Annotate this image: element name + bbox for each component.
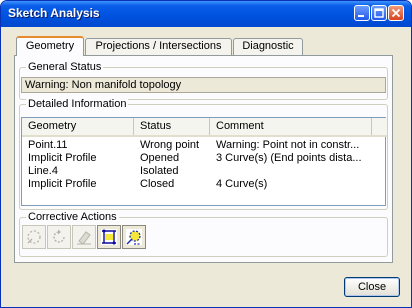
maximize-icon xyxy=(374,8,384,18)
show-geometry-button[interactable] xyxy=(97,225,121,249)
rotate-icon xyxy=(53,229,65,243)
hide-geometry-icon xyxy=(126,229,142,245)
maximize-button[interactable] xyxy=(371,5,387,21)
construction-toggle-icon xyxy=(27,230,41,244)
minimize-icon xyxy=(358,15,364,17)
cell-comment: Warning: Point not in constr... xyxy=(216,139,360,151)
tab-diagnostic[interactable]: Diagnostic xyxy=(233,38,303,55)
eraser-icon xyxy=(77,231,91,245)
window-title: Sketch Analysis xyxy=(8,6,100,20)
cell-geometry: Implicit Profile xyxy=(28,178,97,190)
minimize-button[interactable] xyxy=(354,5,370,21)
table-row[interactable]: Point.11 Wrong point Warning: Point not … xyxy=(22,139,387,152)
construction-toggle-button[interactable] xyxy=(22,225,46,249)
geometry-tab-page: General Status Warning: Non manifold top… xyxy=(14,55,393,263)
corrective-actions-group: Corrective Actions xyxy=(19,210,388,257)
cell-comment: 3 Curve(s) (End points dista... xyxy=(216,152,362,164)
close-icon xyxy=(391,8,401,18)
column-header-geometry[interactable]: Geometry xyxy=(22,118,134,135)
eraser-button[interactable] xyxy=(72,225,96,249)
sketch-analysis-window: Sketch Analysis Geometry Projections / I… xyxy=(0,0,412,308)
cell-status: Isolated xyxy=(140,165,179,177)
show-geometry-icon xyxy=(101,229,117,245)
general-status-legend: General Status xyxy=(26,60,104,74)
title-bar[interactable]: Sketch Analysis xyxy=(1,1,411,27)
cell-status: Wrong point xyxy=(140,139,200,151)
general-status-message: Warning: Non manifold topology xyxy=(21,77,386,93)
table-row[interactable]: Implicit Profile Opened 3 Curve(s) (End … xyxy=(22,152,387,165)
table-row[interactable]: Implicit Profile Closed 4 Curve(s) xyxy=(22,178,387,191)
close-button[interactable]: Close xyxy=(344,277,400,297)
corrective-actions-legend: Corrective Actions xyxy=(26,210,119,224)
list-header: Geometry Status Comment xyxy=(22,118,387,137)
table-row[interactable]: Line.4 Isolated xyxy=(22,165,387,178)
column-header-comment[interactable]: Comment xyxy=(210,118,372,135)
close-window-button[interactable] xyxy=(388,5,404,21)
detailed-information-legend: Detailed Information xyxy=(26,97,129,111)
tab-projections-intersections[interactable]: Projections / Intersections xyxy=(85,38,232,55)
cell-status: Closed xyxy=(140,178,175,190)
geometry-list[interactable]: Geometry Status Comment Point.11 Wrong p… xyxy=(21,117,387,206)
cell-comment xyxy=(216,165,381,178)
general-status-group: General Status Warning: Non manifold top… xyxy=(19,60,388,100)
rotate-button[interactable] xyxy=(47,225,71,249)
cell-geometry: Implicit Profile xyxy=(28,152,97,164)
detailed-information-group: Detailed Information Geometry Status Com… xyxy=(19,97,388,210)
cell-geometry: Line.4 xyxy=(28,165,58,177)
cell-status: Opened xyxy=(140,152,180,164)
cell-geometry: Point.11 xyxy=(28,139,68,151)
column-header-status[interactable]: Status xyxy=(134,118,210,135)
cell-comment: 4 Curve(s) xyxy=(216,178,268,190)
tab-geometry[interactable]: Geometry xyxy=(16,36,84,56)
hide-geometry-button[interactable] xyxy=(122,225,146,249)
